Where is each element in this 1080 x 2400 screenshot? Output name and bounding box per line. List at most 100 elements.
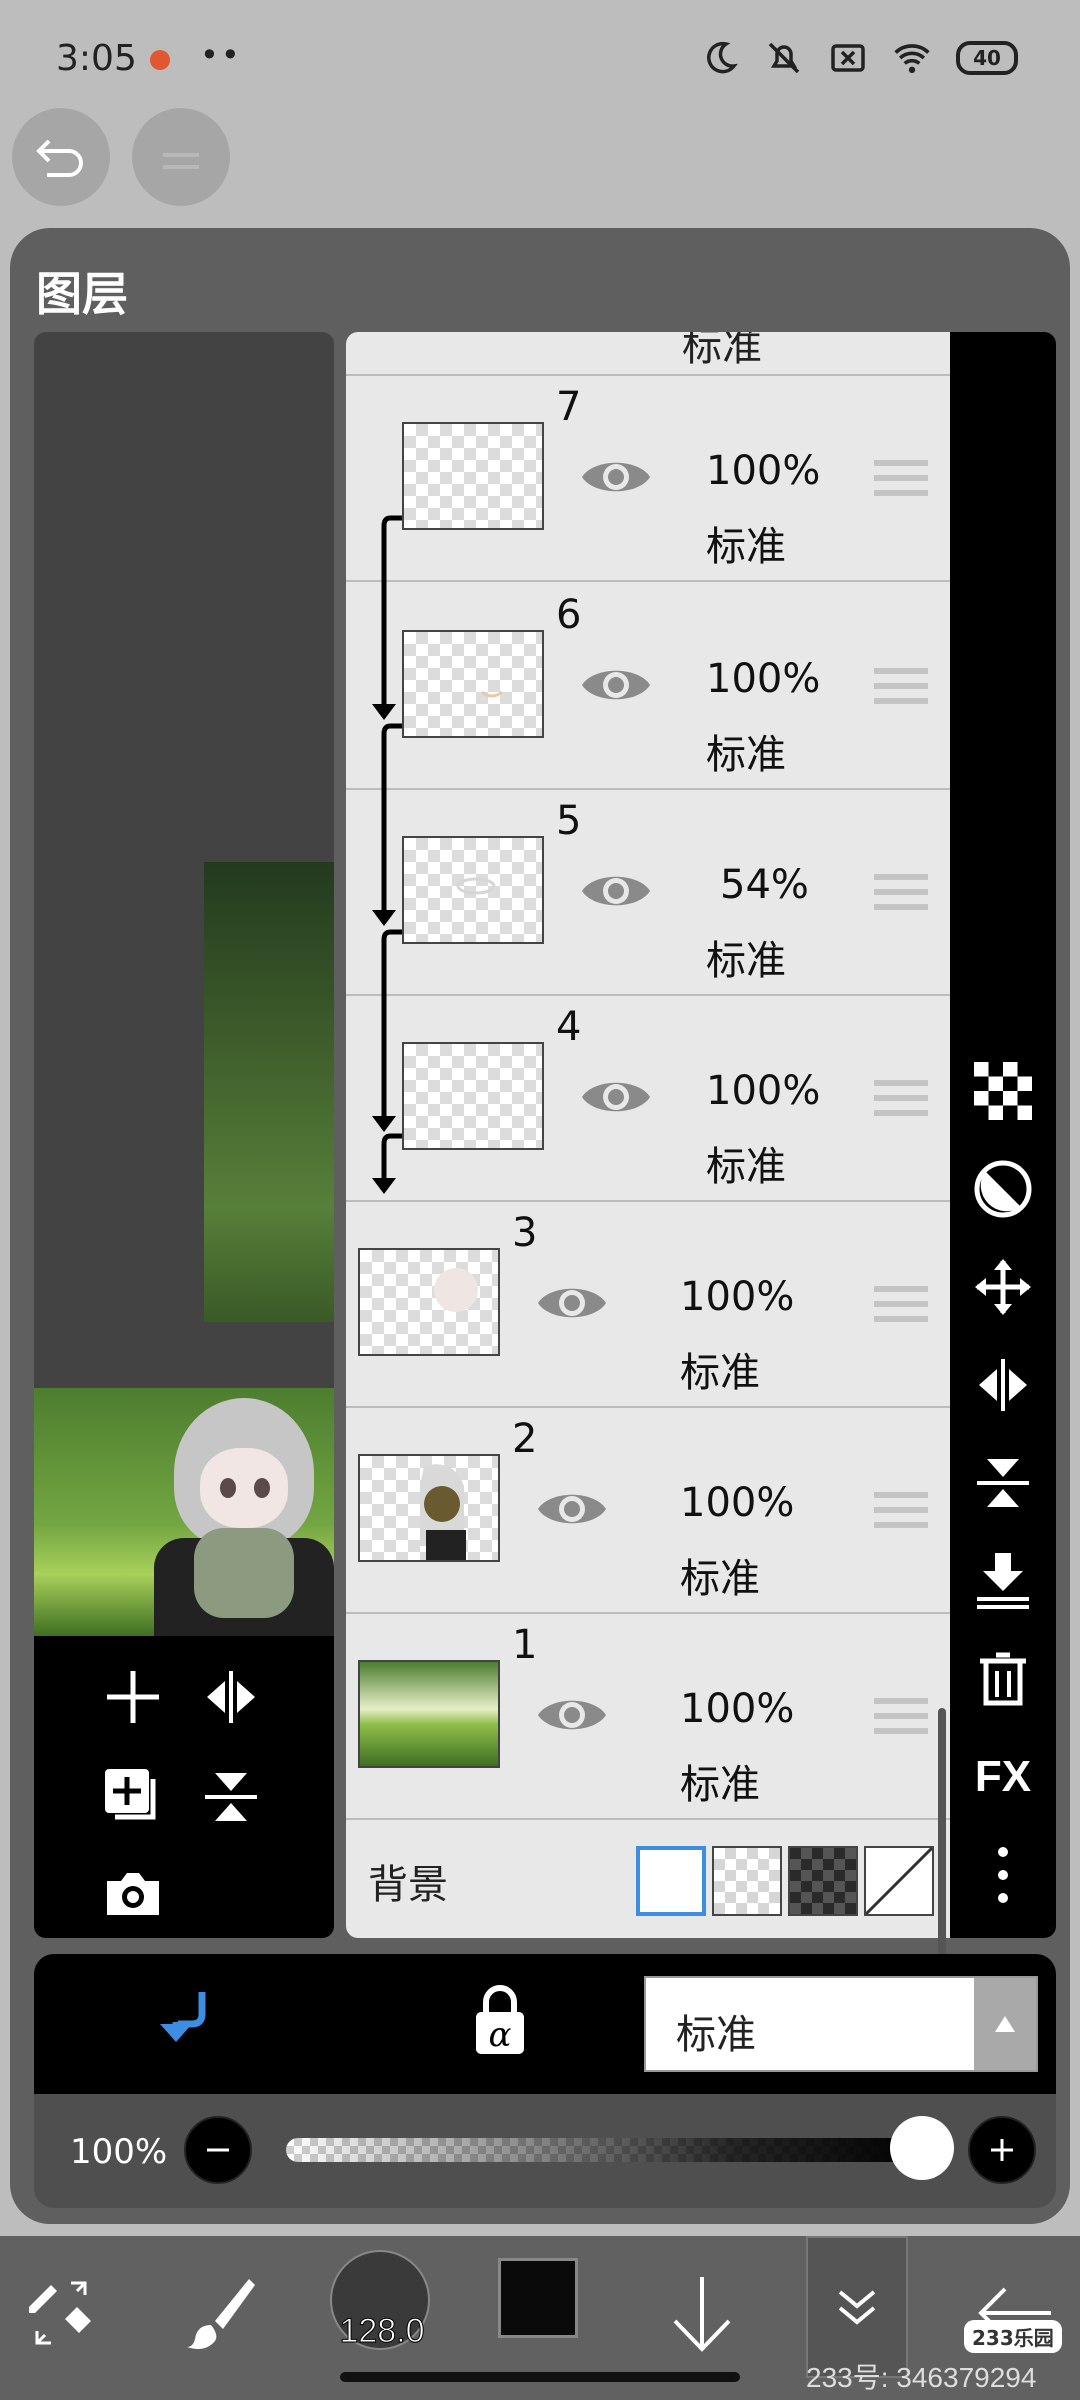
no-sim-icon [828, 38, 868, 78]
layer-mode: 标准 [680, 1556, 760, 1602]
app-store-badge: 233乐园 [964, 2320, 1062, 2353]
flip-vertical-button[interactable] [194, 1760, 268, 1834]
duplicate-layer-button[interactable] [96, 1760, 170, 1834]
layer-opacity: 100% [706, 448, 821, 494]
brush-tool-icon[interactable] [176, 2258, 266, 2368]
visibility-eye-icon[interactable] [578, 660, 654, 710]
invert-mask-icon[interactable] [972, 1158, 1034, 1220]
status-time: 3:05 [56, 38, 137, 79]
trash-icon[interactable] [972, 1648, 1034, 1710]
opacity-decrease-button[interactable] [184, 2116, 252, 2184]
blend-mode-select[interactable]: 标准 [644, 1976, 1038, 2072]
drag-handle-icon[interactable] [874, 1286, 928, 1326]
visibility-eye-icon[interactable] [534, 1484, 610, 1534]
flip-vertical-icon[interactable] [972, 1452, 1034, 1514]
layer-number: 6 [556, 592, 582, 638]
more-options-icon[interactable] [972, 1844, 1034, 1906]
visibility-eye-icon[interactable] [578, 866, 654, 916]
background-dark-swatch[interactable] [788, 1846, 858, 1916]
panel-title: 图层 [36, 267, 128, 321]
battery-icon: 40 [956, 41, 1018, 75]
clipping-toggle-icon[interactable] [154, 1988, 218, 2062]
flip-horizontal-icon[interactable] [972, 1354, 1034, 1416]
layer-row-partial[interactable]: 标准 [346, 332, 950, 376]
drag-handle-icon[interactable] [874, 1080, 928, 1120]
layer-row[interactable]: 1 100% 标准 [346, 1614, 950, 1820]
flip-horizontal-button[interactable] [194, 1660, 268, 1734]
layer-number: 7 [556, 384, 582, 430]
wifi-icon [892, 38, 932, 78]
fx-button[interactable]: FX [972, 1746, 1034, 1808]
opacity-increase-button[interactable] [968, 2116, 1036, 2184]
layer-row[interactable]: 5 54% 标准 [346, 790, 950, 996]
visibility-eye-icon[interactable] [534, 1690, 610, 1740]
layer-opacity: 54% [720, 862, 809, 908]
opacity-bar: 100% [34, 2094, 1056, 2208]
layer-row[interactable]: 2 100% 标准 [346, 1408, 950, 1614]
app-notification-icon [150, 50, 170, 70]
brush-size-value: 128.0 [339, 2312, 425, 2351]
blend-bar: α 标准 [34, 1954, 1056, 2094]
layer-opacity: 100% [706, 656, 821, 702]
layer-row[interactable]: 6 100% 标准 [346, 584, 950, 790]
background-transparent-swatch[interactable] [712, 1846, 782, 1916]
transparency-lock-icon[interactable] [972, 1060, 1034, 1122]
opacity-value: 100% [70, 2132, 168, 2172]
background-none-swatch[interactable] [864, 1846, 934, 1916]
status-bar: 3:05 •• 40 [0, 0, 1080, 120]
drag-handle-icon[interactable] [874, 874, 928, 914]
layer-actions [34, 1636, 334, 1938]
layer-number: 2 [512, 1416, 538, 1462]
drag-handle-icon[interactable] [874, 1698, 928, 1738]
clipping-indicator-icon [372, 515, 402, 1194]
layer-number: 3 [512, 1210, 538, 1256]
drag-handle-icon[interactable] [874, 460, 928, 500]
visibility-eye-icon[interactable] [534, 1278, 610, 1328]
background-row: 背景 [346, 1816, 950, 1938]
canvas-image [204, 862, 334, 1322]
status-icons: 40 [700, 38, 1018, 78]
layer-tools: FX [950, 332, 1056, 1938]
layer-list[interactable]: 标准 7 100% 标准 6 100% 标准 5 54% 标准 4 100% 标… [346, 332, 950, 1938]
layer-row[interactable]: 4 100% 标准 [346, 996, 950, 1202]
opacity-slider[interactable] [286, 2138, 926, 2162]
arrow-down-icon[interactable] [660, 2258, 744, 2368]
layer-row[interactable]: 3 100% 标准 [346, 1202, 950, 1408]
redo-button[interactable] [132, 108, 230, 206]
layer-row[interactable]: 7 100% 标准 [346, 376, 950, 582]
layer-mode: 标准 [682, 332, 762, 370]
layer-opacity: 100% [680, 1686, 795, 1732]
layer-thumbnail [358, 1454, 500, 1562]
layer-number: 5 [556, 798, 582, 844]
opacity-slider-knob[interactable] [890, 2116, 954, 2180]
brush-size-indicator[interactable]: 128.0 [330, 2250, 430, 2351]
canvas-preview[interactable] [34, 332, 334, 1938]
undo-button[interactable] [12, 108, 110, 206]
drag-handle-icon[interactable] [874, 1492, 928, 1532]
layer-panel: 图层 标准 7 100% 标准 6 100% 标准 5 54% 标准 4 100… [10, 228, 1070, 2224]
more-notifications-icon: •• [200, 36, 242, 74]
add-layer-button[interactable] [96, 1660, 170, 1734]
svg-text:α: α [489, 2015, 512, 2055]
color-picker-swatch[interactable] [498, 2258, 578, 2338]
layer-mode: 标准 [680, 1762, 760, 1808]
moon-icon [700, 38, 740, 78]
merge-down-icon[interactable] [972, 1550, 1034, 1612]
move-icon[interactable] [972, 1256, 1034, 1318]
visibility-eye-icon[interactable] [578, 1072, 654, 1122]
layer-mode: 标准 [706, 938, 786, 984]
visibility-eye-icon[interactable] [578, 452, 654, 502]
background-white-swatch[interactable] [636, 1846, 706, 1916]
camera-button[interactable] [96, 1856, 170, 1930]
blend-mode-value: 标准 [676, 2012, 756, 2058]
watermark-text: 233号: 346379294 [806, 2362, 1037, 2393]
home-indicator [340, 2372, 740, 2382]
layer-composite-thumbnail [34, 1388, 334, 1636]
layer-mode: 标准 [706, 1144, 786, 1190]
drag-handle-icon[interactable] [874, 668, 928, 708]
layer-thumbnail [358, 1660, 500, 1768]
alpha-lock-icon[interactable]: α [470, 1984, 530, 2062]
tool-switch-icon[interactable] [16, 2258, 106, 2368]
layer-opacity: 100% [706, 1068, 821, 1114]
layer-mode: 标准 [706, 524, 786, 570]
